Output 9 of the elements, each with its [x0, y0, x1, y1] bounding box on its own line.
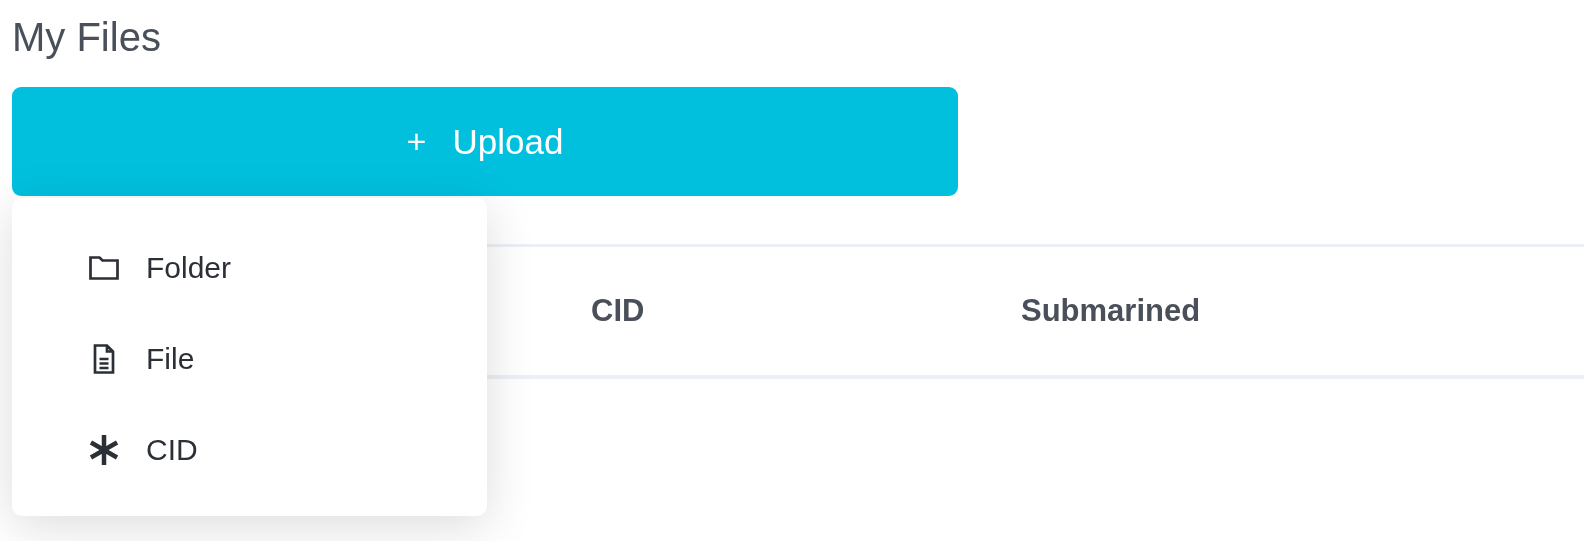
menu-item[interactable]: File: [86, 313, 487, 404]
menu-item[interactable]: Folder: [86, 222, 487, 313]
menu-item[interactable]: CID: [86, 404, 487, 495]
column-header[interactable]: Submarined: [1021, 293, 1584, 329]
menu-item-label: Folder: [146, 250, 232, 285]
page-title: My Files: [12, 14, 162, 61]
menu-item-label: File: [146, 341, 195, 376]
column-header[interactable]: CID: [591, 293, 1021, 329]
menu-item-label: CID: [146, 432, 198, 467]
